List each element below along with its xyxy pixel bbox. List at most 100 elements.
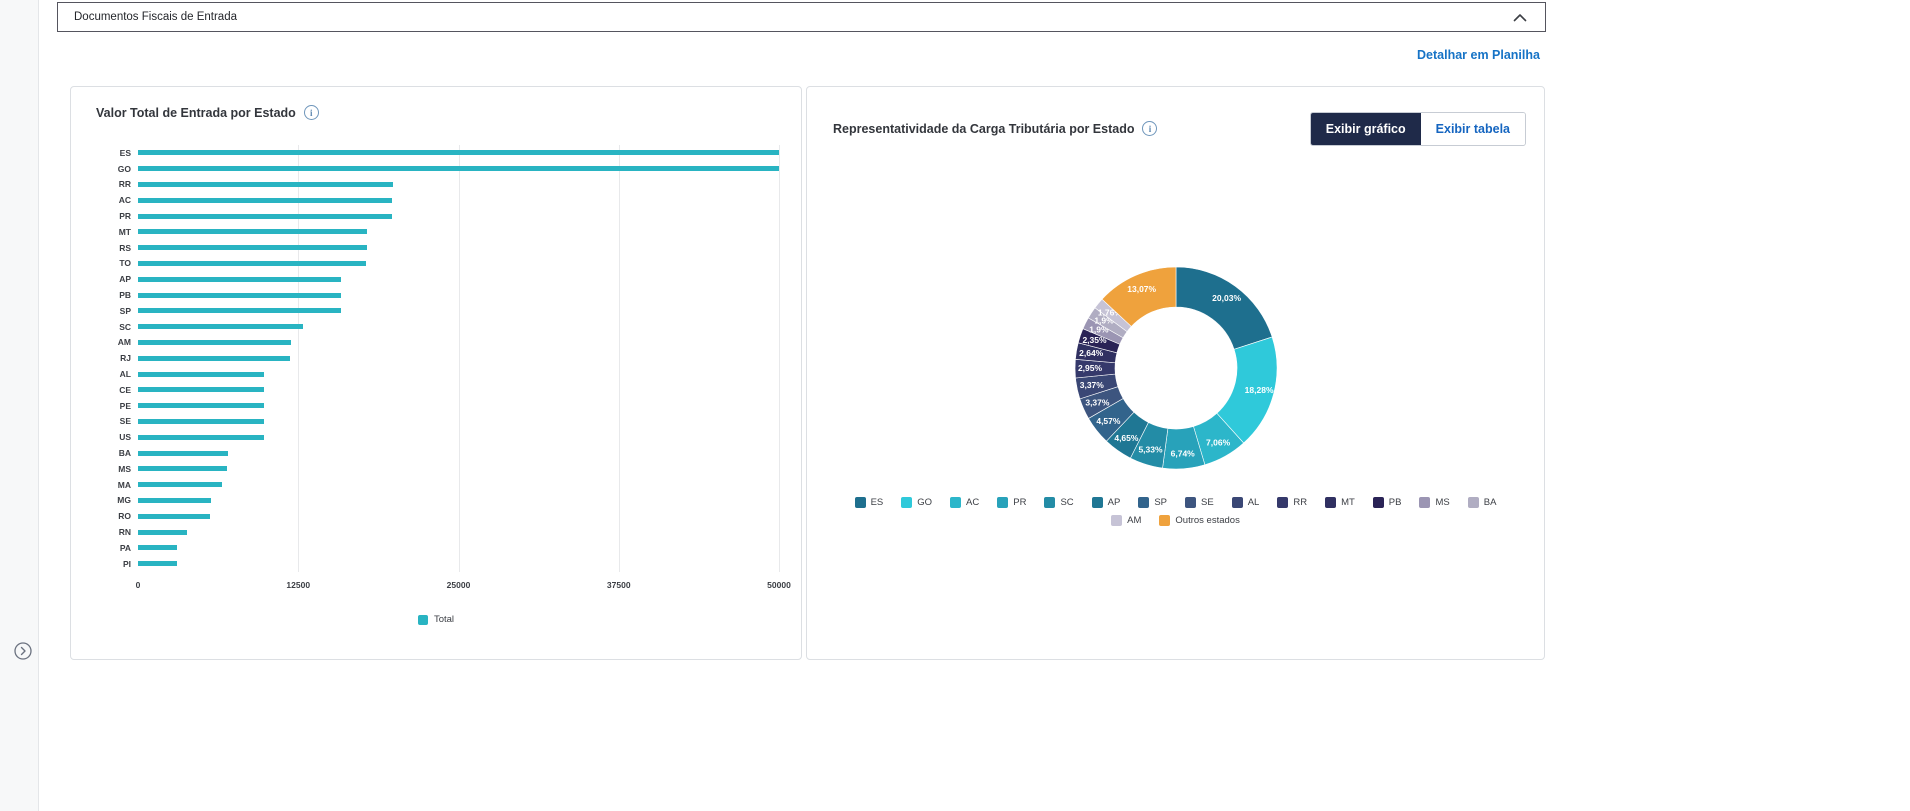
bar-RR[interactable] xyxy=(138,182,393,187)
bar-row: AL xyxy=(97,366,779,382)
legend-swatch xyxy=(855,497,866,508)
legend-item-AM[interactable]: AM xyxy=(1111,515,1141,526)
donut-chart: 20,03%18,28%7,06%6,74%5,33%4,65%4,57%3,3… xyxy=(1070,262,1282,474)
legend-item-SE[interactable]: SE xyxy=(1185,497,1214,508)
bar-row: GO xyxy=(97,161,779,177)
bar-track xyxy=(138,545,779,550)
slice-percent-label: 18,28% xyxy=(1245,385,1274,395)
panel-header[interactable]: Documentos Fiscais de Entrada xyxy=(57,2,1546,32)
bar-category-label: ES xyxy=(97,148,138,158)
bar-RJ[interactable] xyxy=(138,356,290,361)
legend-item-SP[interactable]: SP xyxy=(1138,497,1167,508)
bar-RS[interactable] xyxy=(138,245,367,250)
legend-swatch xyxy=(1419,497,1430,508)
bar-track xyxy=(138,261,779,266)
show-table-button[interactable]: Exibir tabela xyxy=(1421,113,1525,145)
bar-PB[interactable] xyxy=(138,293,341,298)
bar-MG[interactable] xyxy=(138,498,211,503)
bar-legend-label: Total xyxy=(434,614,454,625)
panel-title: Documentos Fiscais de Entrada xyxy=(74,11,237,23)
bar-RO[interactable] xyxy=(138,514,210,519)
donut-legend: ES GO AC PR SC AP SP SE AL RR MT PB MS BA AM Outros es… xyxy=(807,497,1544,526)
legend-swatch xyxy=(901,497,912,508)
legend-label: GO xyxy=(917,497,932,508)
collapse-button[interactable] xyxy=(1511,11,1529,24)
bar-GO[interactable] xyxy=(138,166,779,171)
legend-label: SE xyxy=(1201,497,1214,508)
bar-MS[interactable] xyxy=(138,466,227,471)
bar-RN[interactable] xyxy=(138,530,187,535)
bar-PE[interactable] xyxy=(138,403,264,408)
bar-AM[interactable] xyxy=(138,340,291,345)
x-tick-label: 0 xyxy=(136,580,141,590)
legend-item-MS[interactable]: MS xyxy=(1419,497,1449,508)
show-chart-button[interactable]: Exibir gráfico xyxy=(1311,113,1421,145)
bar-row: RJ xyxy=(97,350,779,366)
bar-AP[interactable] xyxy=(138,277,341,282)
legend-swatch xyxy=(1468,497,1479,508)
bar-category-label: GO xyxy=(97,164,138,174)
legend-item-AC[interactable]: AC xyxy=(950,497,979,508)
slice-percent-label: 3,37% xyxy=(1085,397,1110,407)
legend-item-PB[interactable]: PB xyxy=(1373,497,1402,508)
bar-chart-legend[interactable]: Total xyxy=(71,614,801,625)
bar-row: PB xyxy=(97,287,779,303)
bar-row: RS xyxy=(97,240,779,256)
legend-item-AP[interactable]: AP xyxy=(1092,497,1121,508)
bar-category-label: MG xyxy=(97,495,138,505)
legend-item-PR[interactable]: PR xyxy=(997,497,1026,508)
legend-item-BA[interactable]: BA xyxy=(1468,497,1497,508)
bar-MT[interactable] xyxy=(138,229,367,234)
bar-track xyxy=(138,182,779,187)
bar-track xyxy=(138,372,779,377)
bar-category-label: SP xyxy=(97,306,138,316)
bar-row: AC xyxy=(97,192,779,208)
bar-US[interactable] xyxy=(138,435,264,440)
bar-BA[interactable] xyxy=(138,451,228,456)
bar-track xyxy=(138,277,779,282)
bar-PA[interactable] xyxy=(138,545,177,550)
bar-category-label: AL xyxy=(97,369,138,379)
bar-PI[interactable] xyxy=(138,561,177,566)
bar-SP[interactable] xyxy=(138,308,341,313)
bar-category-label: CE xyxy=(97,385,138,395)
legend-item-SC[interactable]: SC xyxy=(1044,497,1073,508)
bar-row: PI xyxy=(97,556,779,572)
bar-AC[interactable] xyxy=(138,198,392,203)
slice-percent-label: 6,74% xyxy=(1171,448,1196,458)
donut-slice-ES[interactable] xyxy=(1176,267,1272,349)
bar-track xyxy=(138,229,779,234)
bar-MA[interactable] xyxy=(138,482,222,487)
sidebar-expand-button[interactable] xyxy=(13,641,33,661)
legend-item-AL[interactable]: AL xyxy=(1232,497,1260,508)
detail-in-spreadsheet-link[interactable]: Detalhar em Planilha xyxy=(1417,48,1540,62)
bar-PR[interactable] xyxy=(138,214,392,219)
info-icon[interactable] xyxy=(304,105,319,120)
bar-AL[interactable] xyxy=(138,372,264,377)
x-tick-label: 50000 xyxy=(767,580,791,590)
bar-category-label: PA xyxy=(97,543,138,553)
legend-label: AL xyxy=(1248,497,1260,508)
bar-track xyxy=(138,293,779,298)
bar-category-label: PB xyxy=(97,290,138,300)
bar-SC[interactable] xyxy=(138,324,303,329)
bar-CE[interactable] xyxy=(138,387,264,392)
bar-SE[interactable] xyxy=(138,419,264,424)
bar-track xyxy=(138,324,779,329)
legend-item-Outros estados[interactable]: Outros estados xyxy=(1159,515,1239,526)
info-icon[interactable] xyxy=(1142,121,1157,136)
donut-card-title: Representatividade da Carga Tributária p… xyxy=(833,122,1134,136)
bar-ES[interactable] xyxy=(138,150,779,155)
bar-row: RO xyxy=(97,508,779,524)
legend-item-MT[interactable]: MT xyxy=(1325,497,1355,508)
slice-percent-label: 5,33% xyxy=(1138,445,1163,455)
legend-item-RR[interactable]: RR xyxy=(1277,497,1307,508)
legend-item-GO[interactable]: GO xyxy=(901,497,932,508)
bar-category-label: RJ xyxy=(97,353,138,363)
bar-TO[interactable] xyxy=(138,261,366,266)
legend-label: BA xyxy=(1484,497,1497,508)
bar-track xyxy=(138,150,779,155)
bar-category-label: SC xyxy=(97,322,138,332)
bar-category-label: US xyxy=(97,432,138,442)
legend-item-ES[interactable]: ES xyxy=(855,497,884,508)
